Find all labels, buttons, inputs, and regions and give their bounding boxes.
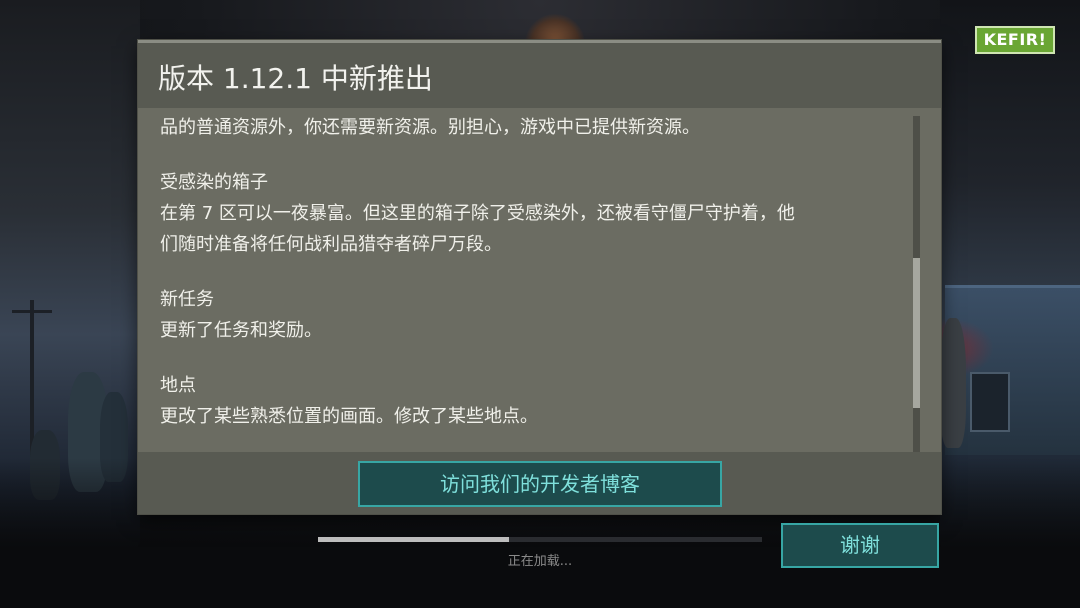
building-door: [970, 372, 1010, 432]
zombie-figure: [940, 318, 966, 448]
loading-text: 正在加载...: [507, 554, 573, 569]
release-notes: 品的普通资源外，你还需要新资源。别担心，游戏中已提供新资源。 受感染的箱子 在第…: [160, 112, 900, 456]
utility-pole-arm: [12, 310, 52, 313]
update-notes-dialog: 版本 1.12.1 中新推出 品的普通资源外，你还需要新资源。别担心，游戏中已提…: [138, 40, 941, 514]
notes-paragraph: 地点 更改了某些熟悉位置的画面。修改了某些地点。: [160, 370, 900, 432]
thanks-button[interactable]: 谢谢: [781, 523, 939, 568]
notes-heading: 受感染的箱子: [160, 172, 268, 193]
notes-heading: 新任务: [160, 289, 214, 310]
notes-paragraph: 受感染的箱子 在第 7 区可以一夜暴富。但这里的箱子除了受感染外，还被看守僵尸守…: [160, 167, 900, 260]
scrollbar-thumb[interactable]: [913, 258, 920, 408]
kefir-logo: KEFIR!: [975, 26, 1055, 54]
notes-line: 品的普通资源外，你还需要新资源。别担心，游戏中已提供新资源。: [160, 117, 700, 138]
notes-heading: 地点: [160, 375, 196, 396]
dialog-title: 版本 1.12.1 中新推出: [158, 62, 433, 95]
notes-paragraph: 新任务 更新了任务和奖励。: [160, 284, 900, 346]
loading-progress-fill: [318, 537, 509, 542]
dialog-header: 版本 1.12.1 中新推出: [138, 40, 941, 108]
notes-line: 更新了任务和奖励。: [160, 320, 322, 341]
notes-paragraph: 品的普通资源外，你还需要新资源。别担心，游戏中已提供新资源。: [160, 112, 900, 143]
scrollbar-track[interactable]: [913, 116, 920, 452]
dialog-body[interactable]: 品的普通资源外，你还需要新资源。别担心，游戏中已提供新资源。 受感染的箱子 在第…: [138, 108, 941, 493]
dialog-footer: 访问我们的开发者博客: [138, 452, 941, 514]
loading-progress-bar: [318, 537, 762, 542]
visit-blog-button[interactable]: 访问我们的开发者博客: [358, 461, 722, 507]
notes-line: 们随时准备将任何战利品猎夺者碎尸万段。: [160, 234, 502, 255]
notes-line: 在第 7 区可以一夜暴富。但这里的箱子除了受感染外，还被看守僵尸守护着，他: [160, 203, 795, 224]
notes-line: 更改了某些熟悉位置的画面。修改了某些地点。: [160, 406, 538, 427]
